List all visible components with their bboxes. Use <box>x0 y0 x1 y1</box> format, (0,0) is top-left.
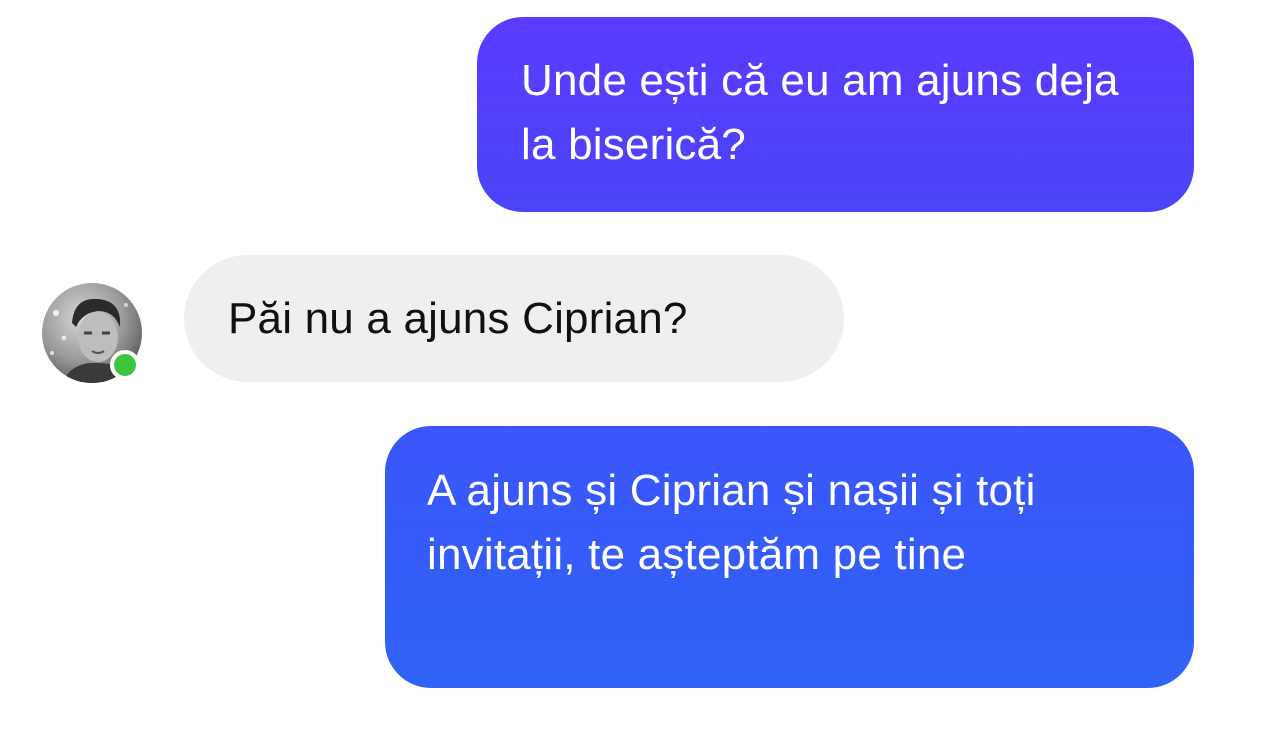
message-text: Păi nu a ajuns Ciprian? <box>228 294 688 343</box>
incoming-message-bubble[interactable]: Păi nu a ajuns Ciprian? <box>184 255 844 382</box>
online-status-dot <box>110 350 140 380</box>
message-text: Unde ești că eu am ajuns deja la biseric… <box>521 56 1119 169</box>
outgoing-message-bubble[interactable]: Unde ești că eu am ajuns deja la biseric… <box>477 17 1194 212</box>
outgoing-message-bubble[interactable]: A ajuns și Ciprian și nașii și toți invi… <box>385 426 1194 688</box>
chat-thread: Unde ești că eu am ajuns deja la biseric… <box>0 0 1280 731</box>
message-text: A ajuns și Ciprian și nașii și toți invi… <box>427 466 1036 579</box>
